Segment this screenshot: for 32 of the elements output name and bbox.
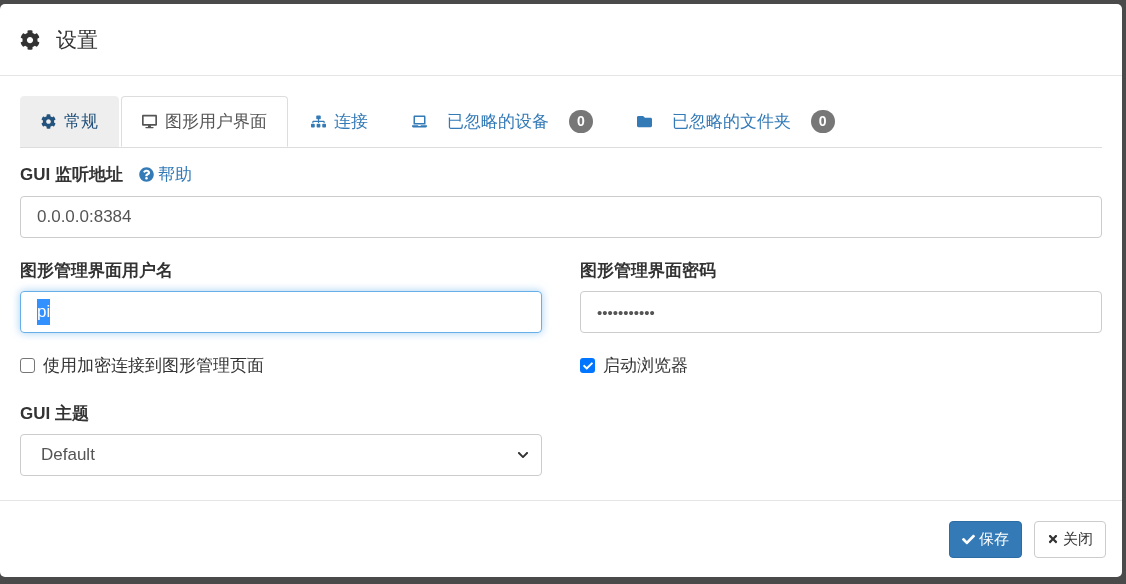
close-icon: [1047, 533, 1059, 545]
settings-icon: [20, 29, 40, 50]
tab[interactable]: 已忽略的设备 0: [391, 96, 614, 147]
chevron-down-icon: [517, 449, 529, 461]
checkbox-label: 启动浏览器: [603, 355, 688, 377]
address-input[interactable]: 0.0.0.0:8384: [20, 195, 1102, 238]
field-label: GUI 监听地址: [20, 164, 123, 186]
check-icon: [962, 532, 975, 546]
field-label: GUI 主题: [20, 402, 90, 425]
help-icon: [138, 167, 154, 183]
count-badge: 0: [569, 110, 593, 133]
checkbox-label: 使用加密连接到图形管理页面: [43, 355, 264, 377]
sitemap-icon: [311, 114, 326, 129]
tab[interactable]: 常规: [20, 96, 119, 147]
folder-icon: [636, 114, 652, 129]
help-link[interactable]: 帮助: [138, 162, 192, 188]
field-label: 图形管理界面用户名: [20, 259, 174, 282]
close-button[interactable]: 关闭: [1034, 520, 1106, 558]
gear-icon: [41, 114, 56, 129]
field-label: 图形管理界面密码: [580, 259, 717, 282]
password-input[interactable]: •••••••••••: [580, 291, 1102, 333]
tab[interactable]: 已忽略的文件夹 0: [615, 96, 856, 147]
laptop-icon: [412, 114, 427, 129]
tab[interactable]: 连接: [290, 96, 389, 147]
theme-select[interactable]: Default: [20, 434, 542, 476]
monitor-icon: [142, 114, 157, 129]
dialog-title: 设置: [56, 26, 98, 53]
save-button[interactable]: 保存: [949, 520, 1022, 558]
tab[interactable]: 图形用户界面: [121, 96, 288, 147]
checkbox[interactable]: [20, 358, 35, 374]
count-badge: 0: [810, 110, 835, 133]
checkbox[interactable]: [580, 358, 595, 374]
